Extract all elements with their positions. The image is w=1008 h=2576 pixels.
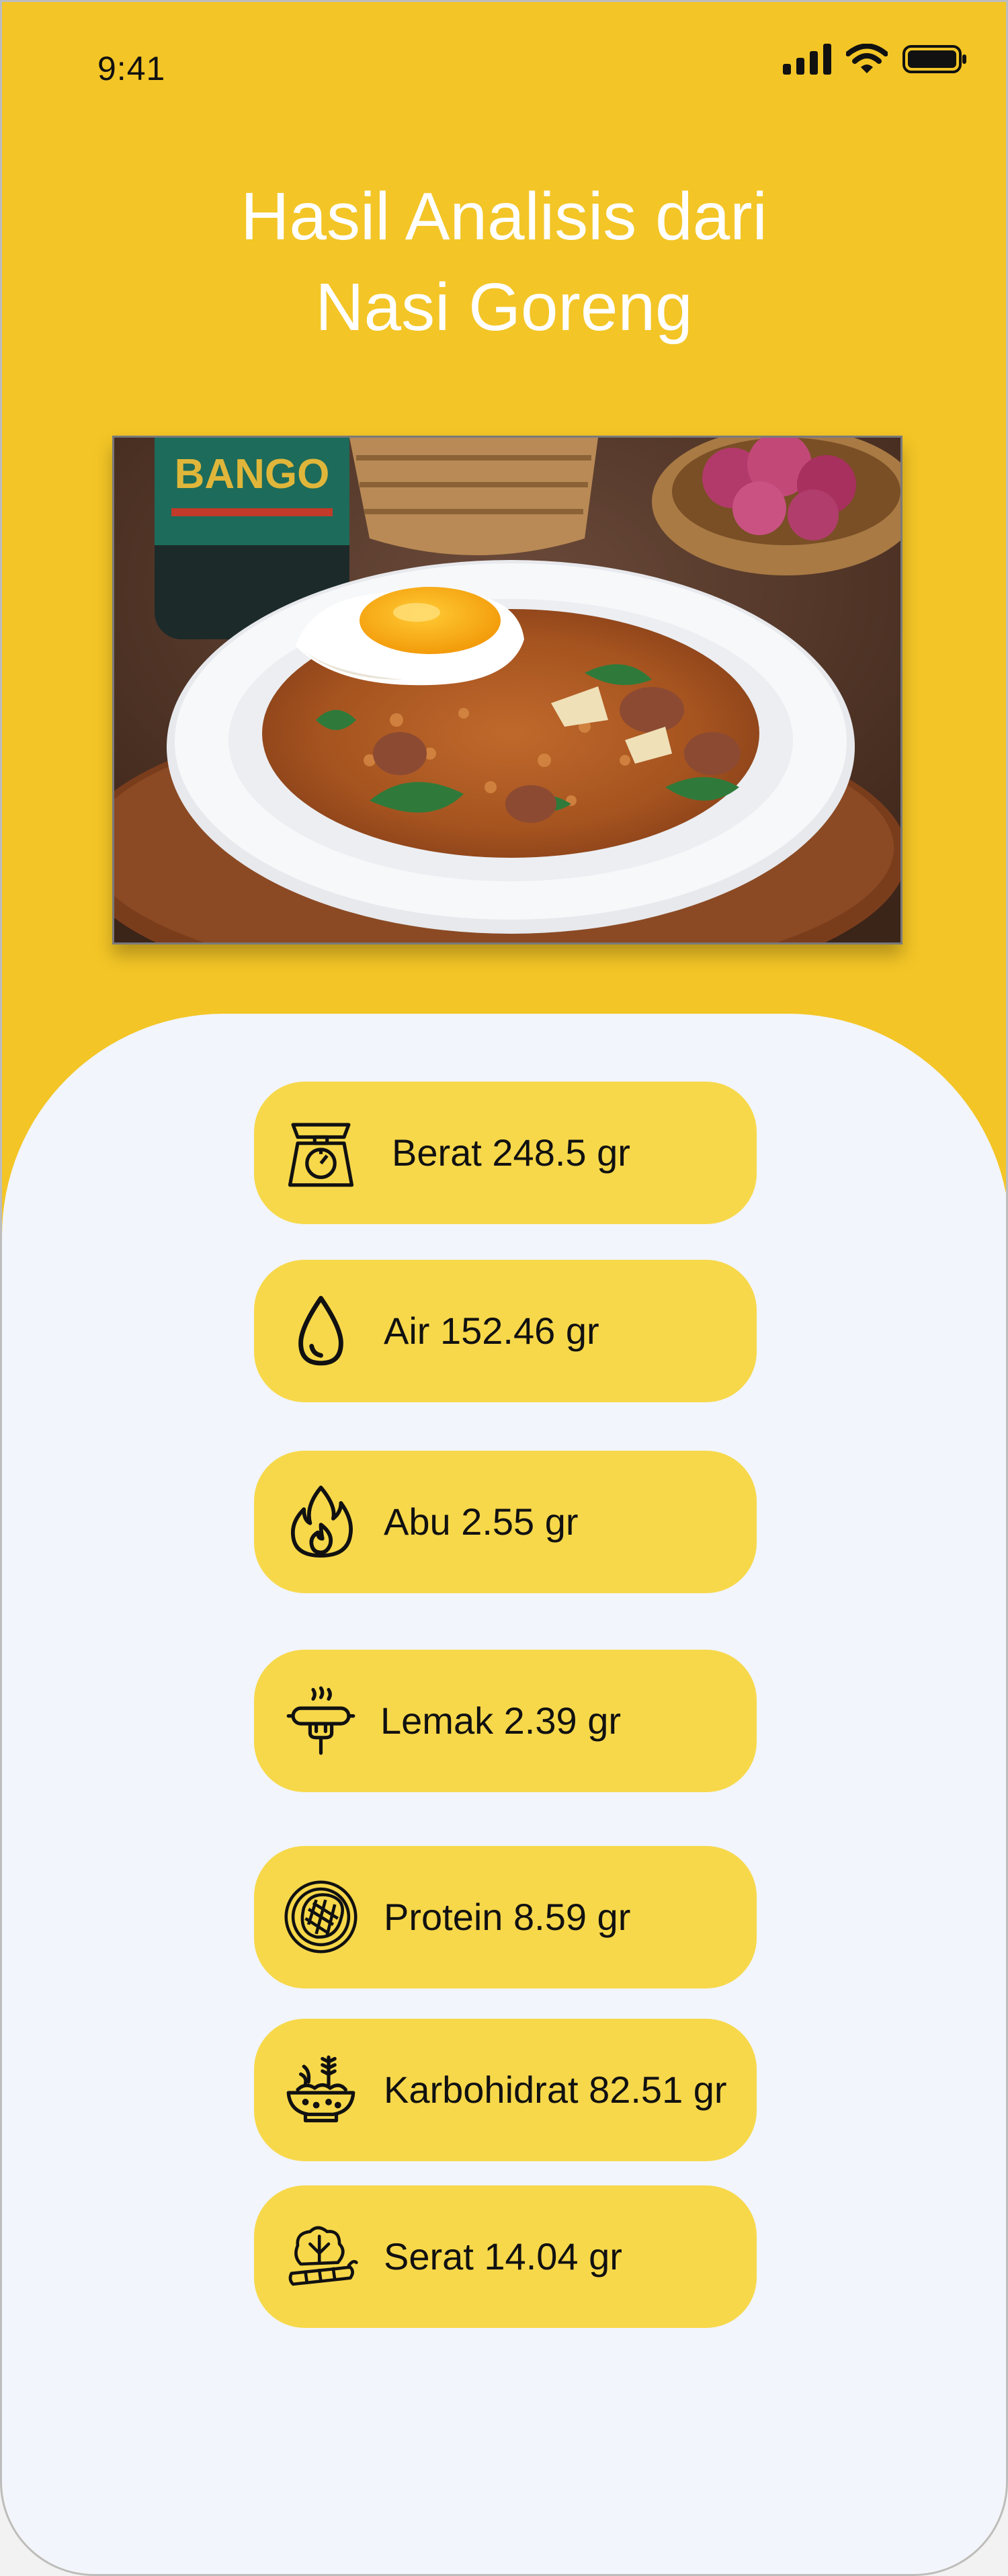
signal-icon (783, 44, 831, 75)
status-bar: 9:41 (2, 2, 1006, 136)
title-line-2: Nasi Goreng (315, 270, 693, 345)
bottle-label: BANGO (175, 451, 330, 497)
nutrient-label-air: Air 152.46 gr (384, 1310, 599, 1352)
nutrient-card-berat: Berat 248.5 gr (254, 1082, 757, 1224)
wifi-icon (846, 44, 888, 73)
nutrient-card-serat: Serat 14.04 gr (254, 2185, 757, 2328)
nutrient-label-karbohidrat: Karbohidrat 82.51 gr (384, 2068, 727, 2111)
nutrient-label-protein: Protein 8.59 gr (384, 1896, 631, 1938)
nutrient-label-berat: Berat 248.5 gr (392, 1131, 630, 1174)
page-title: Hasil Analisis dari Nasi Goreng (2, 171, 1006, 353)
fried-rice-illustration: BANGO (114, 438, 900, 942)
vegetables-icon (288, 2226, 358, 2286)
title-line-1: Hasil Analisis dari (241, 179, 767, 254)
nutrient-card-air: Air 152.46 gr (254, 1260, 757, 1402)
phone-frame: 9:41 Hasil Analisis dari Nasi Goreng BAN… (0, 0, 1008, 2576)
status-time: 9:41 (97, 50, 166, 87)
results-sheet (2, 1014, 1006, 2574)
steak-plate-icon (284, 1880, 358, 1954)
battery-icon (902, 45, 966, 73)
status-icons (783, 44, 967, 75)
nutrient-card-lemak: Lemak 2.39 gr (254, 1650, 757, 1792)
scale-icon (288, 1123, 354, 1187)
nutrient-card-protein: Protein 8.59 gr (254, 1846, 757, 1988)
grain-bowl-icon (286, 2055, 355, 2123)
nutrient-label-abu: Abu 2.55 gr (384, 1500, 579, 1543)
sausage-fork-icon (286, 1686, 355, 1755)
fire-icon (290, 1486, 353, 1558)
nutrient-label-serat: Serat 14.04 gr (384, 2235, 622, 2278)
nutrient-label-lemak: Lemak 2.39 gr (380, 1699, 621, 1742)
nasi-goreng-photo: BANGO (112, 436, 902, 944)
nutrient-card-abu: Abu 2.55 gr (254, 1451, 757, 1593)
nutrient-card-karbohidrat: Karbohidrat 82.51 gr (254, 2019, 757, 2161)
water-drop-icon (298, 1295, 343, 1366)
